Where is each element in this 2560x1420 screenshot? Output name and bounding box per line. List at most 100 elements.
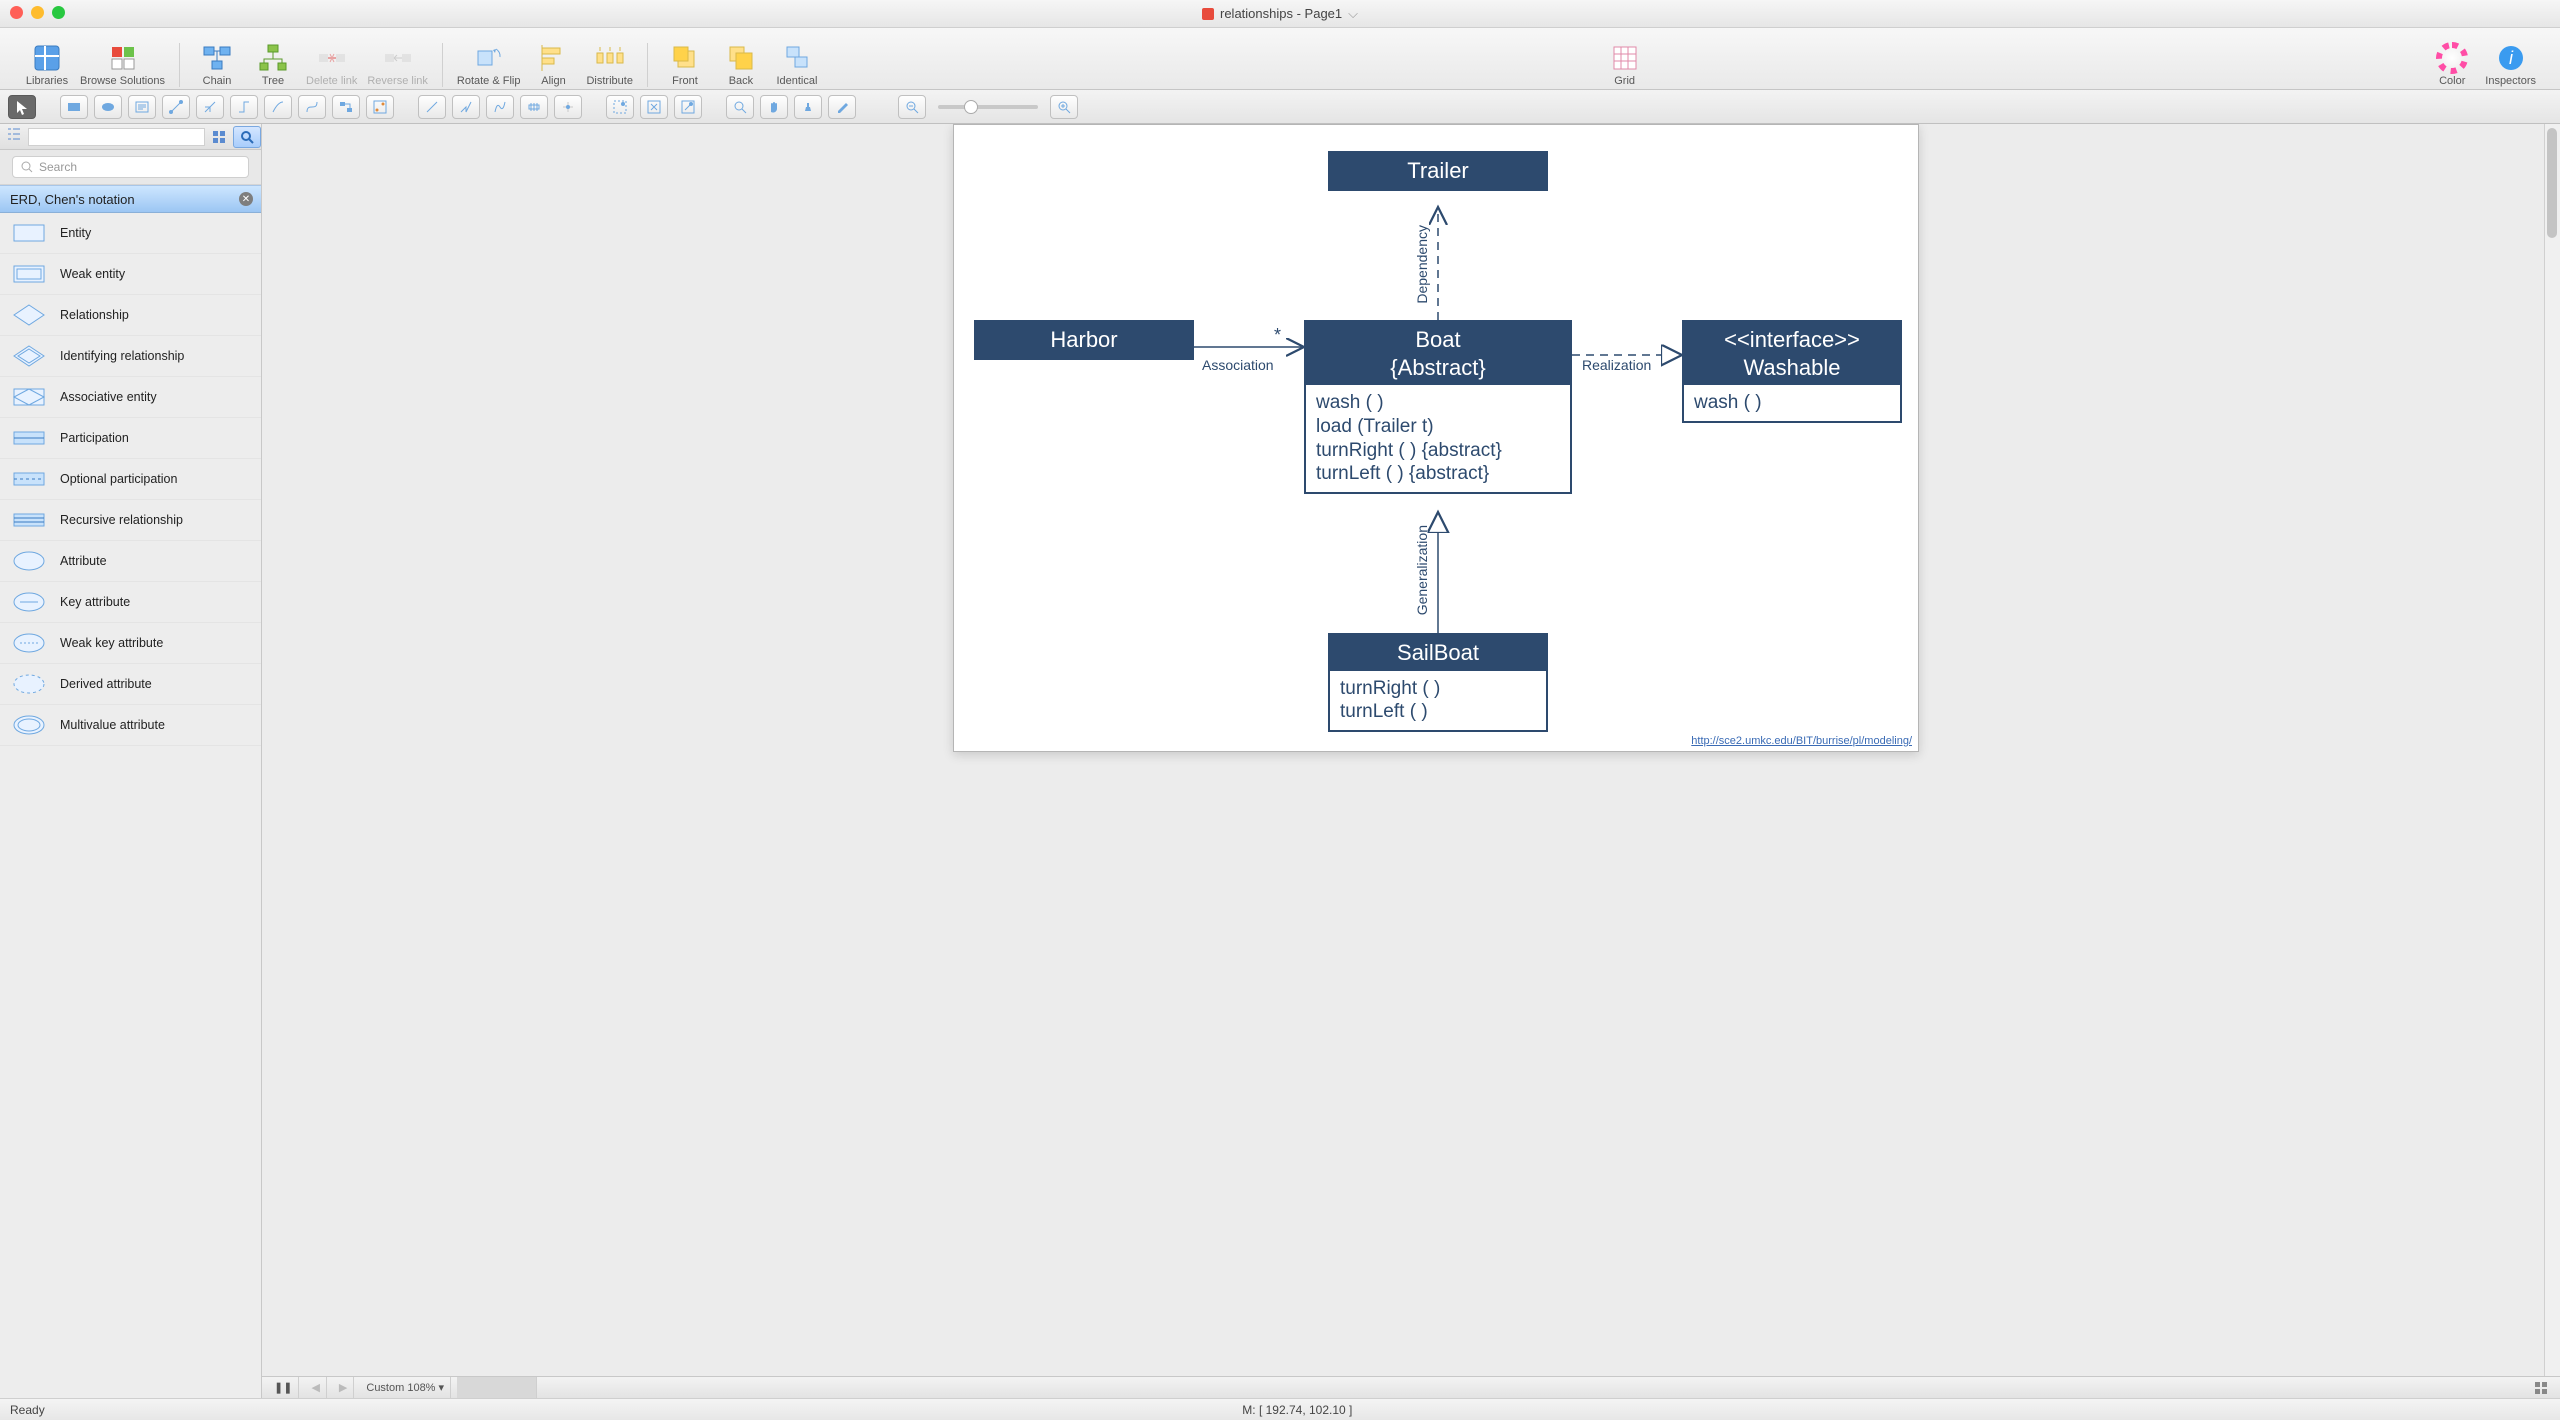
trailer-class[interactable]: Trailer: [1328, 151, 1548, 191]
zoom-level[interactable]: Custom 108% ▾: [360, 1377, 451, 1398]
shape-item[interactable]: Weak key attribute: [0, 623, 261, 664]
source-link[interactable]: http://sce2.umkc.edu/BIT/burrise/pl/mode…: [1691, 735, 1912, 747]
tree-button[interactable]: Tree: [250, 43, 296, 87]
vertical-scrollbar[interactable]: [2544, 124, 2560, 1376]
titlebar: relationships - Page1 ⌵: [0, 0, 2560, 28]
sidebar: Search ERD, Chen's notation ✕ Entity Weak…: [0, 124, 262, 1398]
chain-button[interactable]: Chain: [194, 43, 240, 87]
shape-item[interactable]: Participation: [0, 418, 261, 459]
edit-tool-3[interactable]: [674, 95, 702, 119]
line-tool-2[interactable]: [452, 95, 480, 119]
page-pause-icon[interactable]: ❚❚: [268, 1377, 299, 1398]
libraries-button[interactable]: Libraries: [24, 43, 70, 87]
boat-class[interactable]: Boat {Abstract} wash ( )load (Trailer t)…: [1304, 320, 1572, 494]
delete-link-button[interactable]: Delete link: [306, 43, 357, 87]
shape-item-label: Multivalue attribute: [60, 718, 165, 732]
edit-tool-2[interactable]: [640, 95, 668, 119]
page-prev-icon[interactable]: ◀: [305, 1377, 326, 1398]
status-bar: Ready M: [ 192.74, 102.10 ]: [0, 1398, 2560, 1420]
dependency-label: Dependency: [1414, 225, 1430, 304]
shape-thumb-icon: [10, 465, 48, 493]
eyedropper-tool[interactable]: [828, 95, 856, 119]
zoom-in-button[interactable]: [1050, 95, 1078, 119]
sidebar-top-bar: [0, 124, 261, 150]
harbor-class[interactable]: Harbor: [974, 320, 1194, 360]
shape-item[interactable]: Attribute: [0, 541, 261, 582]
shape-item[interactable]: Derived attribute: [0, 664, 261, 705]
connector-4[interactable]: [264, 95, 292, 119]
shape-toolbar: [0, 90, 2560, 124]
magnifier-tool[interactable]: [726, 95, 754, 119]
close-icon[interactable]: ✕: [239, 192, 253, 206]
shape-item[interactable]: Key attribute: [0, 582, 261, 623]
shape-thumb-icon: [10, 711, 48, 739]
line-tool-5[interactable]: [554, 95, 582, 119]
zoom-slider[interactable]: [938, 105, 1038, 109]
shape-item[interactable]: Recursive relationship: [0, 500, 261, 541]
status-left: Ready: [10, 1403, 45, 1417]
line-tool-4[interactable]: [520, 95, 548, 119]
search-view-icon[interactable]: [233, 126, 261, 148]
document-icon: [1202, 8, 1214, 20]
chevron-down-icon[interactable]: ⌵: [1348, 6, 1358, 22]
stamp-tool[interactable]: [794, 95, 822, 119]
zoom-out-button[interactable]: [898, 95, 926, 119]
page-next-icon[interactable]: ▶: [333, 1377, 354, 1398]
window-title-text: relationships - Page1: [1220, 6, 1342, 21]
close-window-button[interactable]: [10, 6, 23, 19]
shape-item[interactable]: Multivalue attribute: [0, 705, 261, 746]
edit-tool-1[interactable]: [606, 95, 634, 119]
association-label: Association: [1202, 357, 1274, 373]
front-button[interactable]: Front: [662, 43, 708, 87]
minimize-window-button[interactable]: [31, 6, 44, 19]
shape-item[interactable]: Associative entity: [0, 377, 261, 418]
shape-item-label: Attribute: [60, 554, 107, 568]
shape-thumb-icon: [10, 342, 48, 370]
sidebar-filter-input[interactable]: [28, 128, 205, 146]
page[interactable]: Association * Dependency Realization Gen…: [953, 124, 1919, 752]
search-icon: [21, 161, 33, 173]
pointer-tool[interactable]: [8, 95, 36, 119]
shape-thumb-icon: [10, 424, 48, 452]
reverse-link-button[interactable]: Reverse link: [367, 43, 428, 87]
connector-2[interactable]: [196, 95, 224, 119]
grid-button[interactable]: Grid: [1602, 43, 1648, 87]
fullscreen-window-button[interactable]: [52, 6, 65, 19]
shape-item[interactable]: Optional participation: [0, 459, 261, 500]
shape-item[interactable]: Weak entity: [0, 254, 261, 295]
connector-1[interactable]: [162, 95, 190, 119]
outline-icon[interactable]: [0, 126, 28, 147]
sidebar-category-header[interactable]: ERD, Chen's notation ✕: [0, 185, 261, 213]
sidebar-search-input[interactable]: Search: [12, 156, 249, 178]
hand-tool[interactable]: [760, 95, 788, 119]
page-tabs[interactable]: [457, 1377, 537, 1398]
generalization-label: Generalization: [1414, 525, 1430, 615]
distribute-button[interactable]: Distribute: [586, 43, 632, 87]
line-tool-1[interactable]: [418, 95, 446, 119]
connector-5[interactable]: [298, 95, 326, 119]
browse-solutions-button[interactable]: Browse Solutions: [80, 43, 165, 87]
canvas-scroll[interactable]: Association * Dependency Realization Gen…: [262, 124, 2560, 1376]
washable-interface[interactable]: <<interface>> Washable wash ( ): [1682, 320, 1902, 423]
page-grid-icon[interactable]: [2528, 1377, 2554, 1398]
shape-item-label: Weak entity: [60, 267, 125, 281]
back-button[interactable]: Back: [718, 43, 764, 87]
shape-item[interactable]: Relationship: [0, 295, 261, 336]
rect-tool[interactable]: [60, 95, 88, 119]
inspectors-button[interactable]: i Inspectors: [2485, 43, 2536, 87]
line-tool-3[interactable]: [486, 95, 514, 119]
connector-6[interactable]: [332, 95, 360, 119]
rotate-flip-button[interactable]: Rotate & Flip: [457, 43, 521, 87]
ellipse-tool[interactable]: [94, 95, 122, 119]
identical-button[interactable]: Identical: [774, 43, 820, 87]
connector-7[interactable]: [366, 95, 394, 119]
shape-item[interactable]: Entity: [0, 213, 261, 254]
sailboat-class[interactable]: SailBoat turnRight ( )turnLeft ( ): [1328, 633, 1548, 732]
shape-thumb-icon: [10, 260, 48, 288]
shape-item[interactable]: Identifying relationship: [0, 336, 261, 377]
color-button[interactable]: Color: [2429, 43, 2475, 87]
text-tool[interactable]: [128, 95, 156, 119]
connector-3[interactable]: [230, 95, 258, 119]
thumbnail-view-icon[interactable]: [205, 126, 233, 148]
align-button[interactable]: Align: [530, 43, 576, 87]
